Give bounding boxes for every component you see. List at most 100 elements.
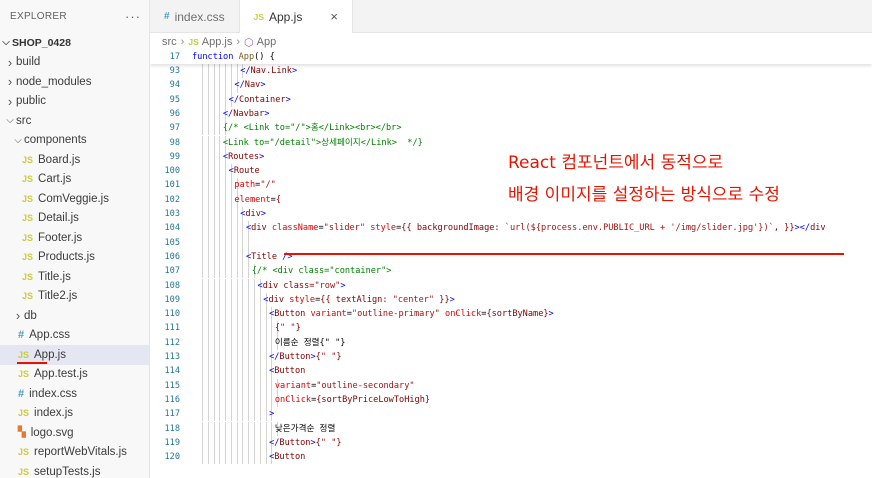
- tree-item-label: ComVeggie.js: [38, 192, 109, 205]
- line-number: 108: [164, 280, 180, 291]
- code-editor[interactable]: 17 function App() { 93 </Nav.Link> 94 </Nav…: [150, 50, 872, 478]
- editor-tab-bar: # index.css JS App.js ×: [150, 0, 872, 33]
- breadcrumb-file[interactable]: App.js: [202, 36, 233, 48]
- indent-guide: [230, 264, 232, 279]
- explorer-header: EXPLORER ···: [0, 0, 149, 33]
- indent-guide: [219, 321, 221, 336]
- indent-guide: [202, 178, 203, 193]
- tree-item[interactable]: JS Cart.js: [0, 170, 149, 190]
- indent-guide: [219, 178, 221, 193]
- more-actions-icon[interactable]: ···: [125, 9, 141, 24]
- tree-item[interactable]: # index.css: [0, 384, 149, 404]
- close-icon[interactable]: ×: [330, 9, 338, 24]
- indent-guide: [259, 350, 261, 365]
- code-text: element={: [234, 194, 282, 205]
- sticky-scroll-header[interactable]: 17 function App() {: [150, 50, 872, 64]
- indent-guide: [271, 321, 273, 336]
- indent-guide: [219, 407, 221, 422]
- code-text: 이름순 정렬{" "}: [274, 337, 346, 348]
- tree-item[interactable]: JS Detail.js: [0, 209, 149, 229]
- indent-guide: [230, 307, 232, 322]
- indent-guide: [219, 64, 221, 79]
- tree-item[interactable]: JS Footer.js: [0, 228, 149, 248]
- tree-item-label: node_modules: [16, 75, 92, 88]
- tree-item[interactable]: # App.css: [0, 326, 149, 346]
- tree-item[interactable]: › public: [0, 92, 149, 112]
- line-number: 118: [164, 423, 180, 434]
- indent-guide: [225, 264, 227, 279]
- indent-guide: [213, 350, 215, 365]
- js-file-icon: JS: [22, 213, 34, 224]
- tree-item[interactable]: › build: [0, 53, 149, 73]
- tree-item[interactable]: JS Products.js: [0, 248, 149, 268]
- line-number: 98: [169, 137, 180, 148]
- chevron-down-icon: ⌵: [6, 115, 14, 127]
- tree-item[interactable]: JS Board.js: [0, 150, 149, 170]
- tab-index-css[interactable]: # index.css: [150, 0, 240, 33]
- breadcrumb-folder[interactable]: src: [162, 36, 177, 48]
- indent-guide: [236, 64, 238, 79]
- tree-item[interactable]: JS index.js: [0, 404, 149, 424]
- tree-item[interactable]: JS reportWebVitals.js: [0, 443, 149, 463]
- code-text: </Nav.Link>: [240, 66, 298, 76]
- line-number: 119: [164, 437, 180, 448]
- tree-item[interactable]: JS Title.js: [0, 267, 149, 287]
- tree-item[interactable]: › node_modules: [0, 72, 149, 92]
- indent-guide: [242, 378, 244, 393]
- line-number: 93: [169, 66, 180, 76]
- js-file-icon: JS: [18, 447, 30, 458]
- tree-item[interactable]: ⌵ src: [0, 111, 149, 131]
- indent-guide: [207, 378, 209, 393]
- indent-guide: [230, 321, 232, 336]
- indent-guide: [230, 421, 232, 436]
- code-line: 95 </Container>: [150, 92, 872, 107]
- indent-guide: [225, 235, 227, 250]
- indent-guide: [253, 307, 255, 322]
- line-number: 99: [169, 151, 180, 162]
- tree-item[interactable]: JS setupTests.js: [0, 462, 149, 478]
- tree-item[interactable]: JS ComVeggie.js: [0, 189, 149, 209]
- js-file-icon: JS: [18, 369, 30, 380]
- tree-item[interactable]: JS Title2.js: [0, 287, 149, 307]
- indent-guide: [230, 249, 232, 265]
- indent-guide: [207, 207, 209, 222]
- indent-guide: [248, 264, 250, 279]
- code-line: 112 이름순 정렬{" "}: [150, 335, 872, 350]
- line-number: 115: [164, 380, 180, 391]
- indent-guide: [213, 164, 215, 179]
- tree-item-label: Title2.js: [38, 290, 78, 303]
- indent-guide: [219, 392, 221, 408]
- line-number: 110: [164, 309, 180, 320]
- tree-item[interactable]: › db: [0, 306, 149, 326]
- chevron-right-icon: ›: [7, 93, 13, 109]
- line-number: 103: [164, 209, 180, 219]
- tree-item-label: index.js: [34, 407, 74, 420]
- js-file-icon: JS: [18, 408, 30, 419]
- indent-guide: [253, 392, 255, 408]
- code-text: {/* <div class="container">: [251, 266, 392, 277]
- tree-item[interactable]: ⌵ components: [0, 131, 149, 151]
- indent-guide: [207, 106, 209, 122]
- indent-guide: [219, 421, 221, 436]
- indent-guide: [248, 278, 250, 293]
- tree-item-label: build: [16, 56, 41, 69]
- code-line: 96 </Navbar>: [150, 106, 872, 122]
- tree-item-label: logo.svg: [30, 426, 74, 439]
- indent-guide: [213, 421, 215, 436]
- indent-guide: [242, 221, 244, 236]
- indent-guide: [207, 135, 209, 150]
- indent-guide: [202, 106, 203, 122]
- tree-item[interactable]: JS App.test.js: [0, 365, 149, 385]
- indent-guide: [259, 321, 261, 336]
- js-file-icon: JS: [253, 11, 264, 22]
- tree-item[interactable]: ▚ logo.svg: [0, 423, 149, 443]
- indent-guide: [225, 178, 227, 193]
- indent-guide: [242, 335, 244, 350]
- indent-guide: [230, 192, 232, 207]
- chevron-down-icon: ⌵: [14, 134, 22, 146]
- tab-app-js[interactable]: JS App.js ×: [239, 0, 353, 33]
- indent-guide: [259, 392, 261, 408]
- tree-root-folder[interactable]: ⌵ SHOP_0428: [0, 33, 149, 53]
- indent-guide: [219, 121, 221, 136]
- code-line: 113 </Button>{" "}: [150, 350, 872, 365]
